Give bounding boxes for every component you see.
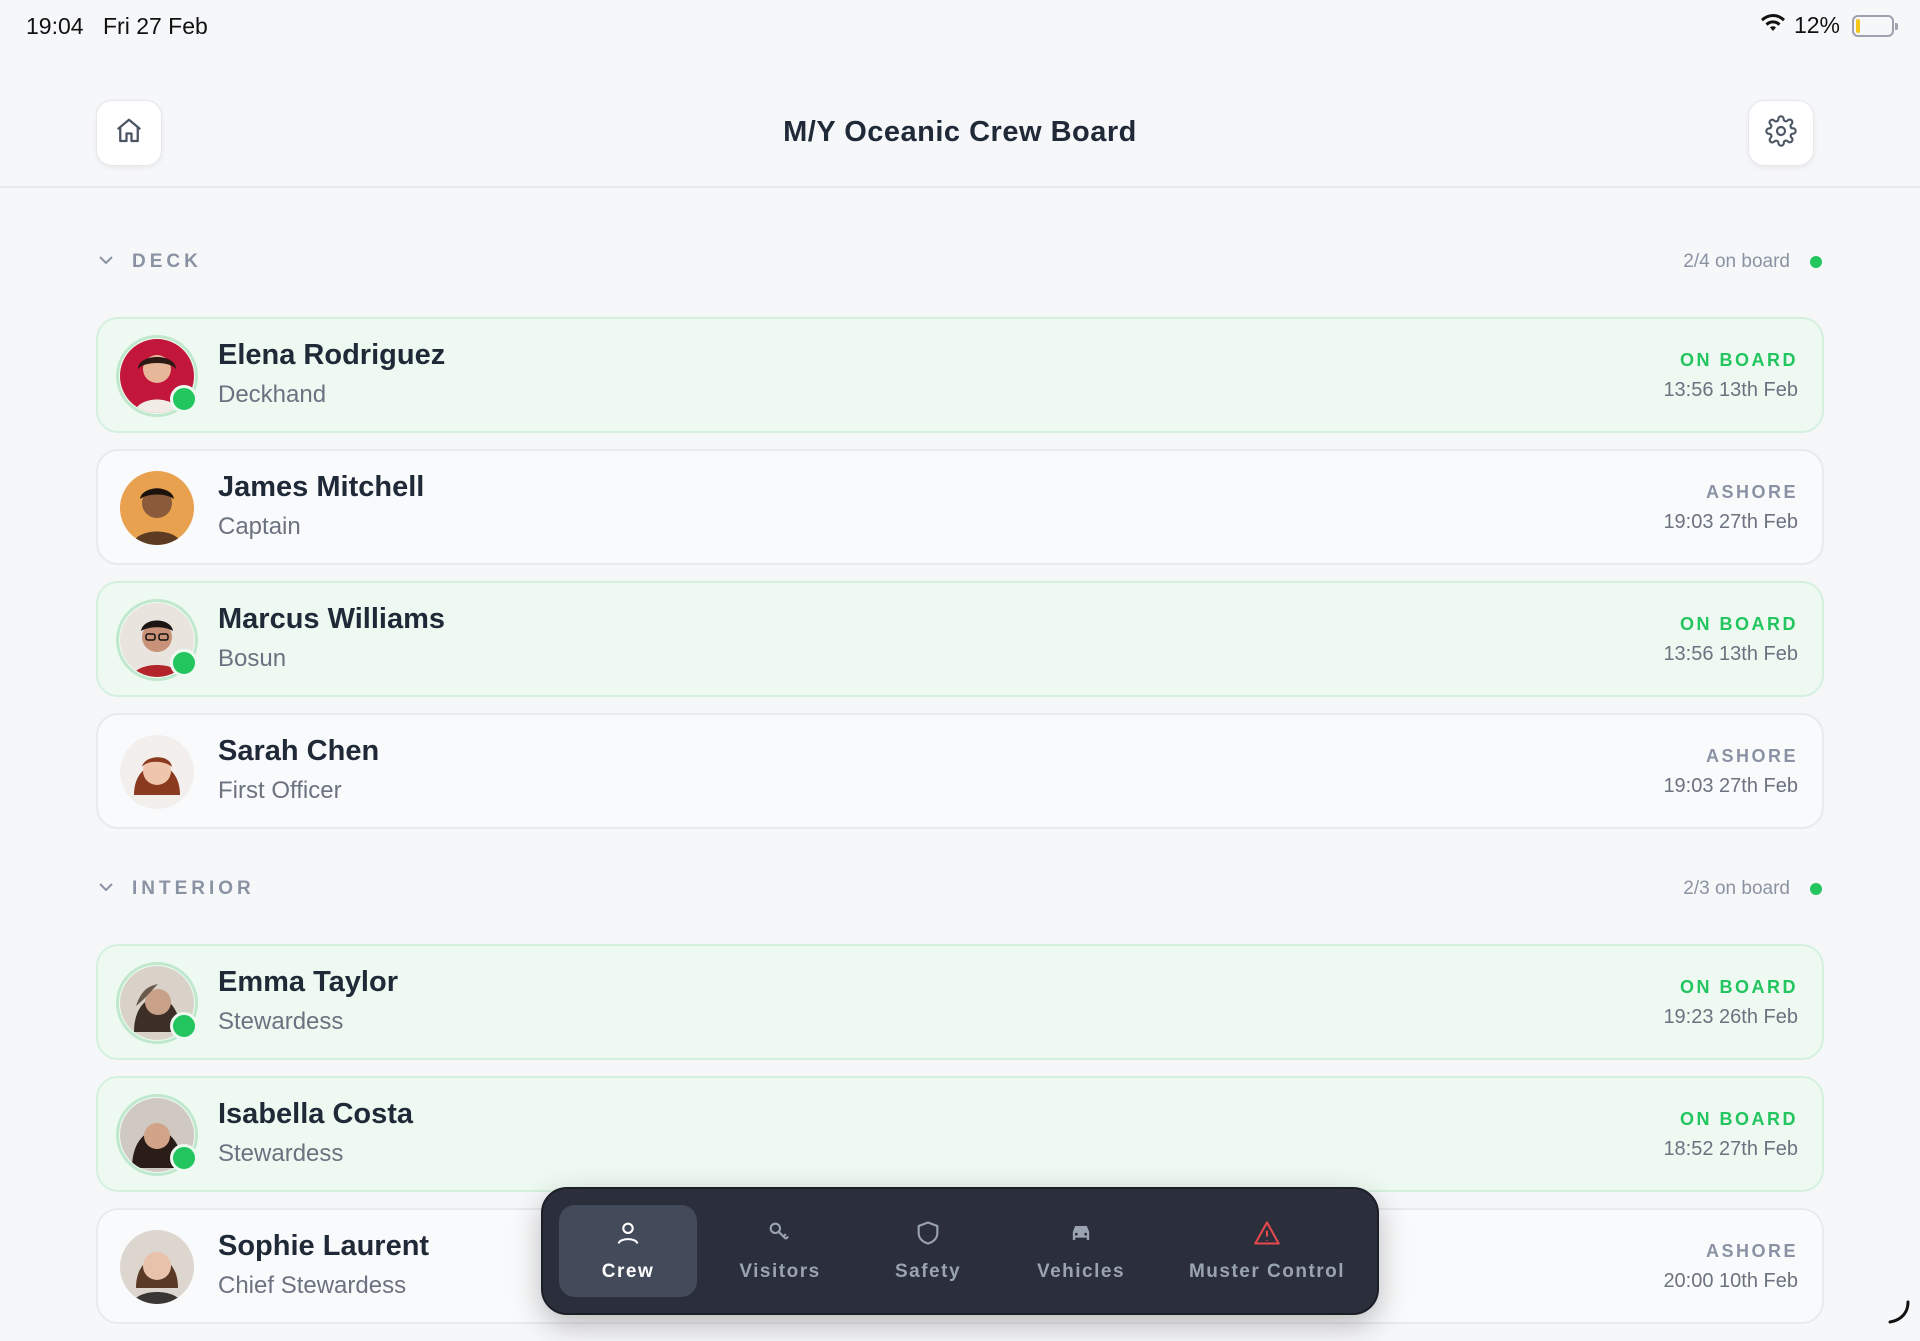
section-count-text: 2/4 on board	[1683, 251, 1790, 272]
crew-status: ON BOARD	[1680, 977, 1798, 997]
crew-status: ON BOARD	[1680, 614, 1798, 634]
crew-status-time: 20:00 10th Feb	[1663, 1270, 1798, 1292]
nav-label: Vehicles	[1036, 1261, 1126, 1282]
crew-role: Bosun	[218, 645, 287, 672]
crew-card[interactable]: Sarah Chen First Officer ASHORE 19:03 27…	[96, 713, 1824, 829]
crew-role: Stewardess	[218, 1008, 344, 1035]
crew-name: James Mitchell	[218, 471, 425, 503]
nav-muster-control[interactable]: Muster Control	[1169, 1205, 1365, 1297]
settings-button[interactable]	[1748, 100, 1814, 166]
section-interior-header[interactable]: INTERIOR 2/3 on board	[96, 869, 1824, 909]
battery-icon	[1852, 14, 1898, 37]
crew-name: Isabella Costa	[218, 1098, 414, 1130]
key-icon	[766, 1219, 794, 1253]
nav-label: Visitors	[739, 1261, 821, 1282]
crew-status-time: 13:56 13th Feb	[1663, 643, 1798, 665]
crew-role: Deckhand	[218, 381, 327, 408]
wifi-icon	[1760, 12, 1786, 39]
person-icon	[614, 1219, 642, 1253]
crew-status: ON BOARD	[1680, 1109, 1798, 1129]
status-time: 19:04	[26, 13, 84, 39]
status-dot	[1810, 256, 1822, 268]
crew-card[interactable]: Emma Taylor Stewardess ON BOARD 19:23 26…	[96, 944, 1824, 1060]
crew-role: Captain	[218, 513, 301, 540]
nav-label: Safety	[894, 1261, 962, 1282]
crew-name: Sarah Chen	[218, 735, 380, 767]
crew-status: ON BOARD	[1680, 350, 1798, 370]
crew-name: Sophie Laurent	[218, 1230, 430, 1262]
battery-percent: 12%	[1793, 12, 1840, 38]
gear-icon	[1765, 114, 1797, 152]
crew-status: ASHORE	[1705, 1241, 1798, 1261]
car-icon	[1067, 1219, 1095, 1253]
avatar	[120, 1230, 194, 1304]
chevron-down-icon	[96, 250, 116, 275]
status-date: Fri 27 Feb	[103, 13, 208, 39]
status-right: 12%	[1760, 12, 1898, 39]
crew-name: Elena Rodriguez	[218, 339, 446, 371]
nav-crew[interactable]: Crew	[559, 1205, 697, 1297]
crew-status-time: 19:03 27th Feb	[1663, 511, 1798, 533]
crew-status: ASHORE	[1705, 746, 1798, 766]
status-bar: 19:04 Fri 27 Feb 12%	[0, 0, 1920, 52]
crew-card[interactable]: Elena Rodriguez Deckhand ON BOARD 13:56 …	[96, 317, 1824, 433]
section-count: 2/3 on board	[1683, 878, 1824, 900]
chevron-down-icon	[96, 877, 116, 902]
nav-vehicles[interactable]: Vehicles	[1007, 1205, 1155, 1297]
crew-name: Emma Taylor	[218, 966, 398, 998]
crew-status-time: 18:52 27th Feb	[1663, 1138, 1798, 1160]
crew-card[interactable]: Isabella Costa Stewardess ON BOARD 18:52…	[96, 1076, 1824, 1192]
nav-safety[interactable]: Safety	[859, 1205, 997, 1297]
online-indicator	[170, 385, 198, 413]
online-indicator	[170, 649, 198, 677]
crew-role: First Officer	[218, 777, 342, 804]
nav-label: Crew	[601, 1261, 655, 1282]
section-count: 2/4 on board	[1683, 251, 1824, 273]
shield-icon	[914, 1219, 942, 1253]
nav-label: Muster Control	[1188, 1261, 1346, 1282]
scroll-indicator	[1884, 1298, 1912, 1331]
bottom-nav: Crew Visitors Safety Vehicles Muster Con…	[541, 1187, 1379, 1315]
online-indicator	[170, 1012, 198, 1040]
section-title: INTERIOR	[132, 878, 255, 899]
section-count-text: 2/3 on board	[1683, 878, 1790, 899]
nav-visitors[interactable]: Visitors	[711, 1205, 849, 1297]
crew-status: ASHORE	[1705, 482, 1798, 502]
crew-status-time: 13:56 13th Feb	[1663, 379, 1798, 401]
app-header: M/Y Oceanic Crew Board	[0, 52, 1920, 188]
online-indicator	[170, 1144, 198, 1172]
crew-name: Marcus Williams	[218, 603, 445, 635]
crew-role: Chief Stewardess	[218, 1272, 407, 1299]
crew-card[interactable]: James Mitchell Captain ASHORE 19:03 27th…	[96, 449, 1824, 565]
section-title: DECK	[132, 251, 202, 272]
crew-status-time: 19:03 27th Feb	[1663, 775, 1798, 797]
status-dot	[1810, 883, 1822, 895]
warning-icon	[1252, 1219, 1282, 1253]
crew-card[interactable]: Marcus Williams Bosun ON BOARD 13:56 13t…	[96, 581, 1824, 697]
avatar	[120, 471, 194, 545]
crew-role: Stewardess	[218, 1140, 344, 1167]
page-title: M/Y Oceanic Crew Board	[783, 116, 1137, 148]
crew-status-time: 19:23 26th Feb	[1663, 1006, 1798, 1028]
section-deck-header[interactable]: DECK 2/4 on board	[96, 242, 1824, 282]
avatar	[120, 735, 194, 809]
